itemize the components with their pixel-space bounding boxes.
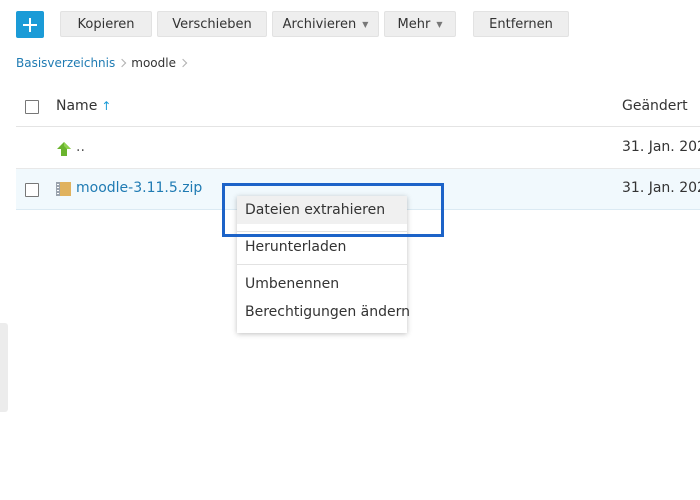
file-name-link[interactable]: moodle-3.11.5.zip: [76, 180, 202, 196]
file-date: 31. Jan. 2022: [622, 180, 700, 196]
toolbar: Kopieren Verschieben Archivieren ▼ Mehr …: [0, 0, 700, 48]
move-button-label: Verschieben: [172, 16, 252, 32]
sort-ascending-icon: ↑: [101, 99, 112, 113]
menu-item-extract[interactable]: Dateien extrahieren: [237, 196, 407, 224]
chevron-down-icon: ▼: [436, 20, 443, 29]
drag-handle-icon: [0, 363, 2, 371]
menu-item-rename[interactable]: Umbenennen: [237, 270, 407, 298]
more-button-label: Mehr: [397, 16, 431, 32]
row-checkbox[interactable]: [25, 183, 39, 197]
parent-folder-up-icon: [57, 142, 71, 156]
breadcrumb-current: moodle: [131, 56, 176, 70]
file-manager-page: Kopieren Verschieben Archivieren ▼ Mehr …: [0, 0, 700, 500]
column-header-name[interactable]: Name ↑: [56, 98, 111, 114]
archive-button-label: Archivieren: [282, 16, 357, 32]
menu-item-download[interactable]: Herunterladen: [237, 233, 407, 261]
move-button[interactable]: Verschieben: [157, 11, 267, 37]
side-panel-toggle[interactable]: [0, 323, 8, 412]
breadcrumb-root-link[interactable]: Basisverzeichnis: [16, 56, 115, 70]
archive-dropdown-button[interactable]: Archivieren ▼: [272, 11, 379, 37]
delete-button[interactable]: Entfernen: [473, 11, 569, 37]
plus-icon: [23, 17, 37, 32]
file-name[interactable]: ..: [76, 139, 85, 155]
chevron-down-icon: ▼: [362, 20, 369, 29]
column-header-changed[interactable]: Geändert: [622, 98, 688, 114]
more-dropdown-button[interactable]: Mehr ▼: [384, 11, 456, 37]
file-date: 31. Jan. 2022: [622, 139, 700, 155]
add-button[interactable]: [16, 11, 44, 38]
chevron-right-icon: [118, 58, 127, 68]
chevron-right-icon: [178, 58, 188, 68]
breadcrumb: Basisverzeichnis moodle: [16, 55, 192, 71]
delete-button-label: Entfernen: [489, 16, 553, 32]
select-all-checkbox[interactable]: [25, 100, 39, 114]
table-header: Name ↑ Geändert: [16, 87, 700, 127]
copy-button[interactable]: Kopieren: [60, 11, 152, 37]
table-row-parent[interactable]: .. 31. Jan. 2022: [16, 128, 700, 169]
context-menu: Dateien extrahieren Herunterladen Umbene…: [237, 196, 410, 333]
menu-divider: [237, 231, 407, 232]
menu-divider: [237, 264, 407, 265]
column-name-label: Name: [56, 98, 98, 114]
zip-archive-icon: [56, 182, 71, 196]
menu-item-permissions[interactable]: Berechtigungen ändern: [237, 298, 410, 326]
copy-button-label: Kopieren: [77, 16, 135, 32]
